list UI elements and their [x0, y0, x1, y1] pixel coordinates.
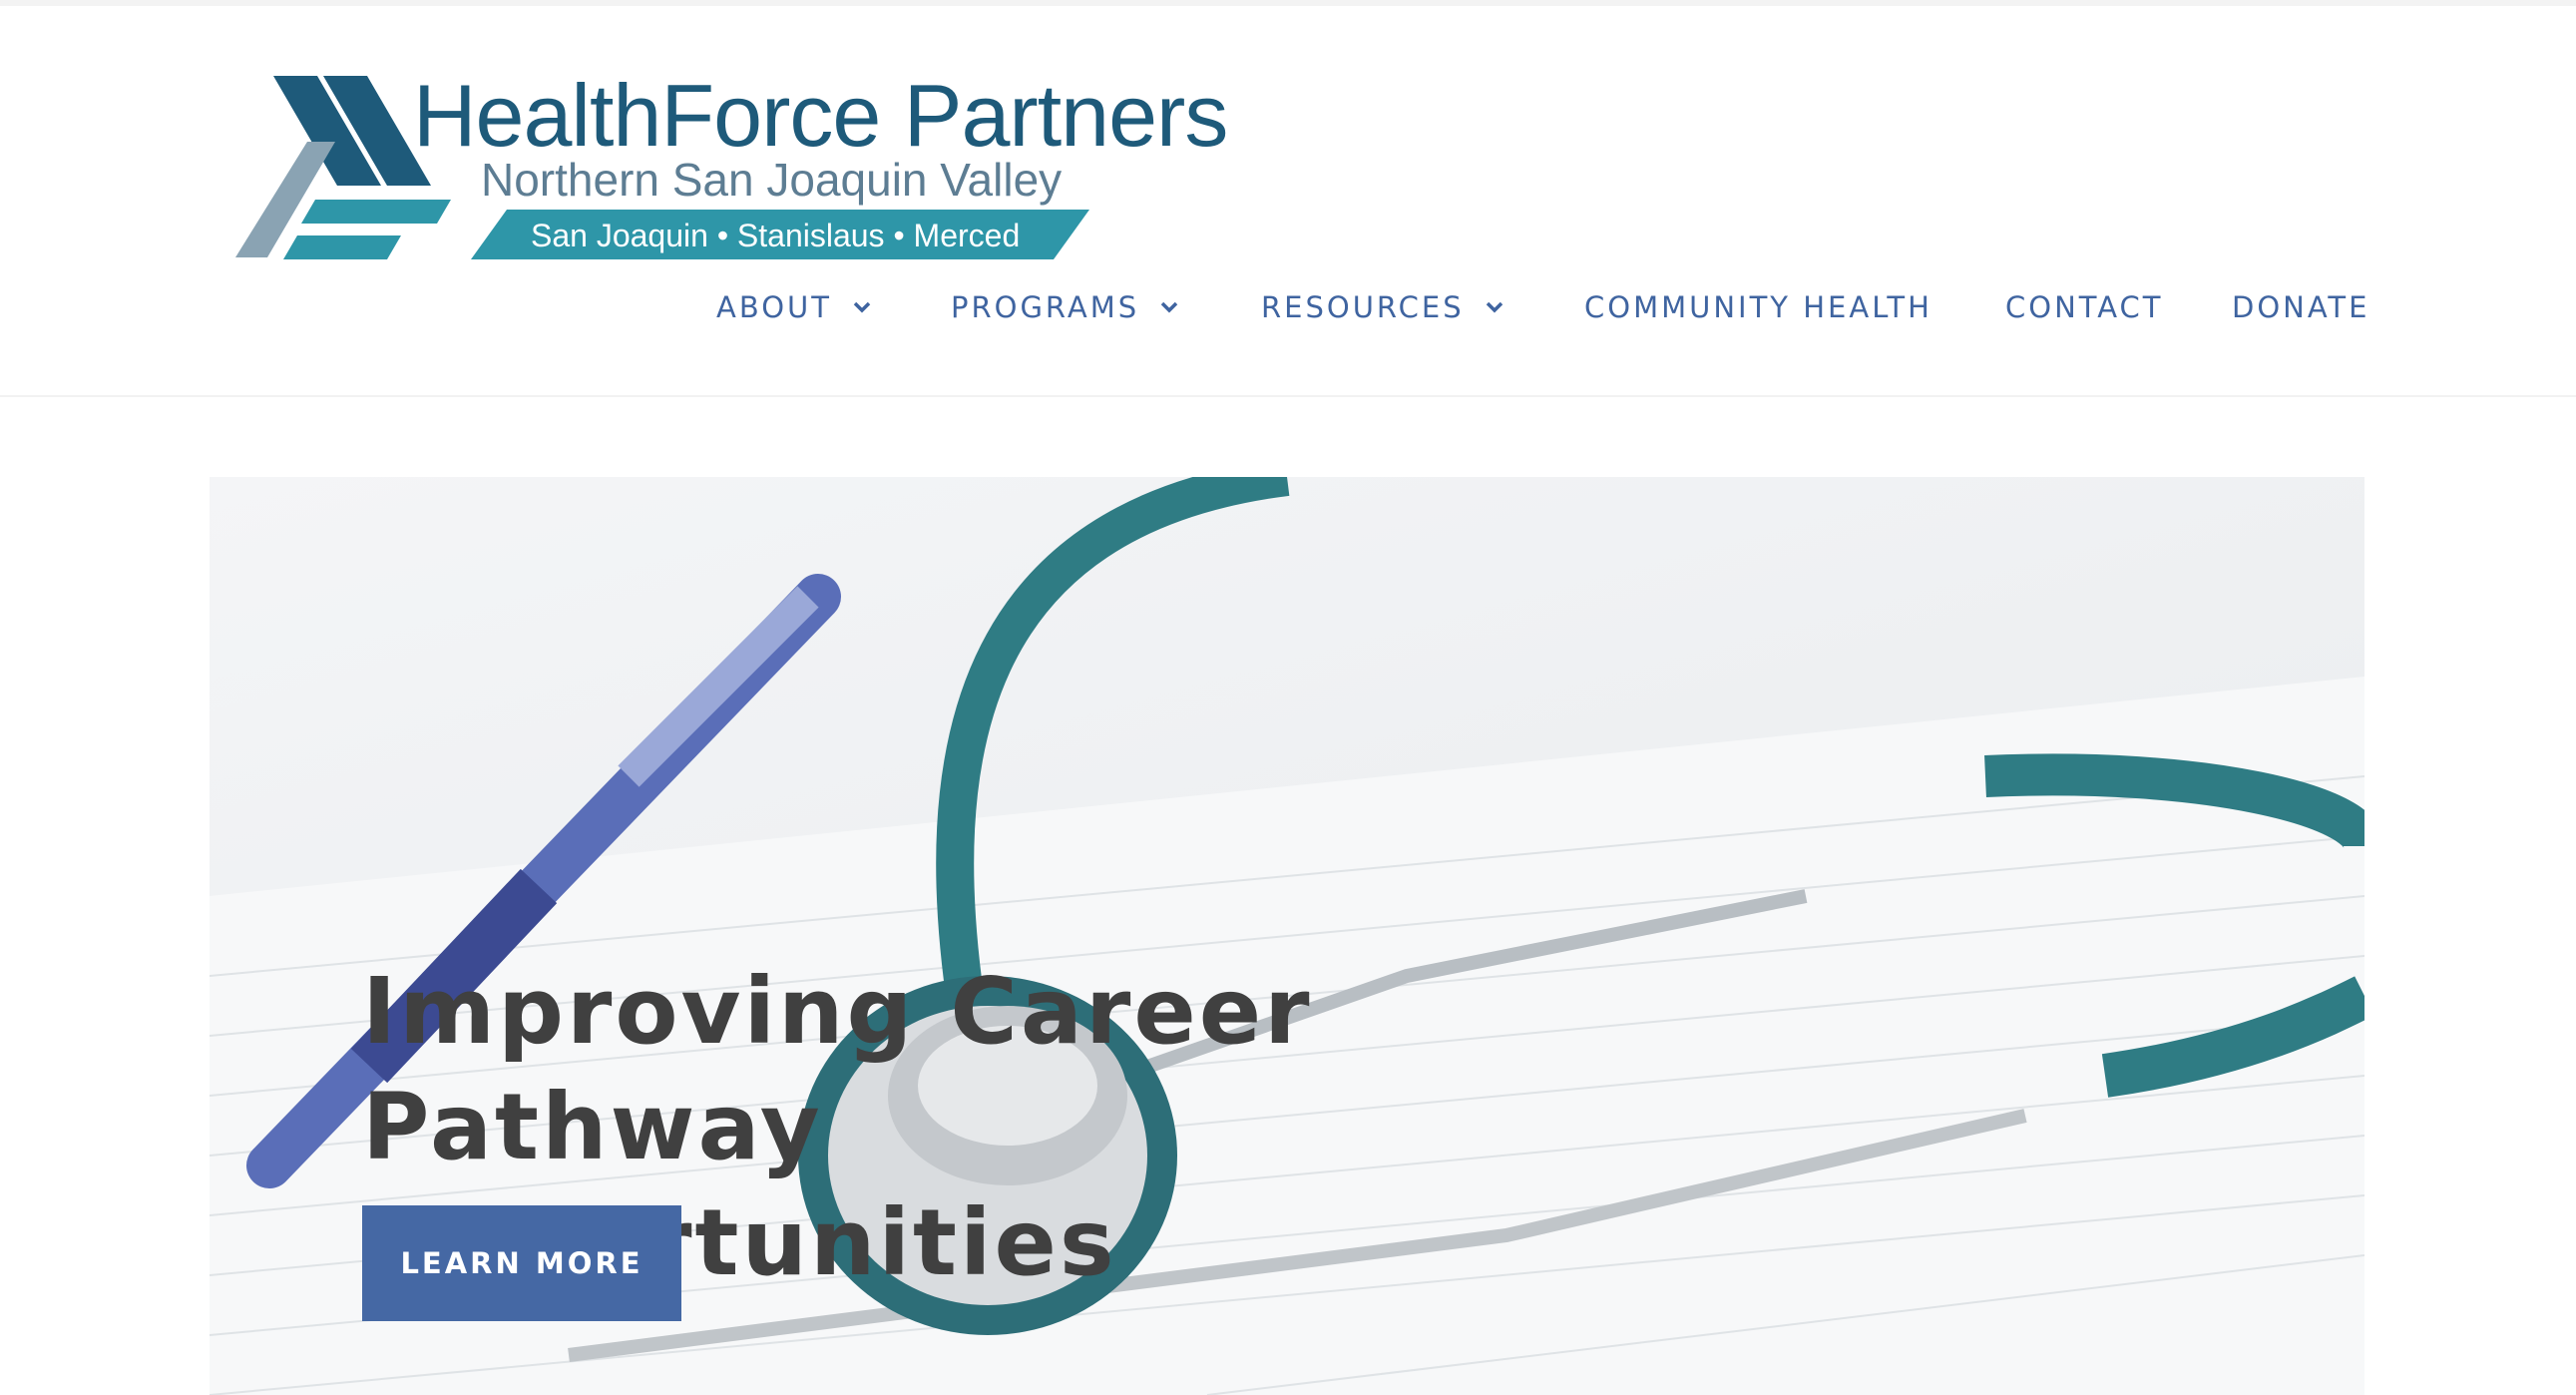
hero-title-line1: Improving Career Pathway [362, 958, 1313, 1180]
nav-item-contact[interactable]: CONTACT [2005, 283, 2164, 331]
hero-banner: Improving Career Pathway Opportunities L… [210, 477, 2364, 1395]
chevron-down-icon [853, 301, 871, 313]
main-nav: ABOUT PROGRAMS RESOURCES COMMUNITY HEALT… [0, 283, 2576, 331]
logo-subtitle: Northern San Joaquin Valley [481, 154, 1063, 206]
nav-item-label: PROGRAMS [951, 290, 1140, 324]
nav-item-label: CONTACT [2005, 290, 2164, 324]
nav-item-community-health[interactable]: COMMUNITY HEALTH [1584, 283, 1932, 331]
site-logo[interactable]: HealthForce Partners Northern San Joaqui… [231, 68, 1228, 267]
nav-item-donate[interactable]: DONATE [2232, 283, 2369, 331]
nav-item-resources[interactable]: RESOURCES [1261, 283, 1506, 331]
chevron-down-icon [1160, 301, 1178, 313]
learn-more-button[interactable]: LEARN MORE [362, 1205, 681, 1321]
nav-item-about[interactable]: ABOUT [716, 283, 874, 331]
logo-banner-text: San Joaquin • Stanislaus • Merced [531, 218, 1021, 253]
nav-item-label: COMMUNITY HEALTH [1584, 290, 1932, 324]
chevron-down-icon [1486, 301, 1503, 313]
nav-item-label: RESOURCES [1261, 290, 1465, 324]
nav-item-label: DONATE [2232, 290, 2370, 324]
nav-item-label: ABOUT [716, 290, 832, 324]
site-header: HealthForce Partners Northern San Joaqui… [0, 6, 2576, 397]
logo-title: HealthForce Partners [413, 66, 1228, 165]
nav-item-programs[interactable]: PROGRAMS [951, 283, 1181, 331]
